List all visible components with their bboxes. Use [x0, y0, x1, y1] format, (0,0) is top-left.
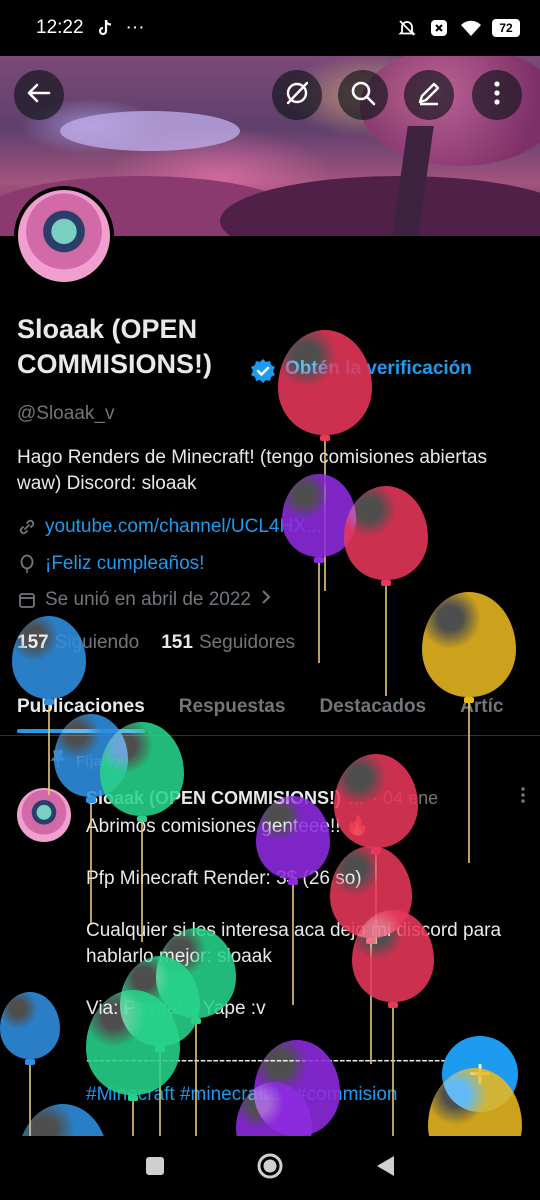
joined-date: Se unió en abril de 2022 [45, 589, 251, 610]
following-count: 157 [17, 632, 49, 653]
profile-link-row: youtube.com/channel/UCL4HX... [17, 516, 322, 538]
tab-publicaciones[interactable]: Publicaciones [17, 688, 145, 735]
post-line: Cualquier si les interesa aca dejo mi di… [86, 920, 502, 967]
clock: 12:22 [36, 17, 84, 38]
system-navigation-bar [0, 1136, 540, 1200]
compose-button[interactable] [404, 70, 454, 120]
mute-icon [396, 17, 418, 39]
followers-label: Seguidores [198, 632, 296, 653]
get-verified-link[interactable]: Obtén la verificación [285, 358, 472, 380]
battery-indicator: 72 [492, 19, 520, 37]
link-icon [17, 517, 37, 537]
post-author-name[interactable]: Sloaak (OPEN COMMISIONS!) [86, 788, 341, 809]
more-notifications-icon: ··· [125, 17, 145, 38]
tab-respuestas[interactable]: Respuestas [179, 688, 286, 735]
post-line: Pfp Minecraft Render: 3$ (26 so) [86, 868, 362, 889]
chevron-right-icon [259, 589, 273, 611]
pinned-indicator: Fijado [50, 750, 120, 772]
calendar-icon [17, 590, 37, 610]
arrow-left-icon [25, 79, 53, 112]
profile-tabs: Publicaciones Respuestas Destacados Artí… [0, 688, 540, 736]
back-nav-icon[interactable] [374, 1154, 396, 1183]
balloon-icon [17, 554, 37, 574]
banner-lake [60, 111, 240, 151]
status-bar: 12:22 ··· 72 [0, 0, 540, 56]
verified-badge-icon[interactable] [250, 358, 276, 384]
tiktok-icon [94, 17, 116, 39]
pinned-label: Fijado [76, 752, 121, 770]
joined-row[interactable]: Se unió en abril de 2022 [17, 589, 273, 611]
wifi-icon [460, 17, 482, 39]
pencil-icon [415, 79, 443, 112]
compose-fab-button[interactable]: + [442, 1036, 518, 1112]
home-icon[interactable] [256, 1152, 284, 1185]
follow-stats: 157 Siguiendo 151 Seguidores [17, 632, 295, 654]
profile-avatar[interactable] [14, 186, 114, 286]
recents-icon[interactable] [144, 1155, 166, 1182]
no-sim-icon [428, 17, 450, 39]
profile-bio: Hago Renders de Minecraft! (tengo comisi… [17, 447, 487, 494]
tab-destacados[interactable]: Destacados [319, 688, 426, 735]
search-icon [349, 79, 377, 112]
grok-button[interactable] [272, 70, 322, 120]
profile-handle: @Sloaak_v [17, 403, 115, 424]
tab-articulos[interactable]: Artíc [460, 688, 503, 735]
post-line: Via: Paypal o Yape :v [86, 998, 266, 1019]
post-name-ellipsis: ... [349, 787, 365, 808]
followers-link[interactable]: 151 Seguidores [161, 632, 295, 654]
more-vertical-icon [492, 80, 502, 111]
post-avatar[interactable] [17, 788, 71, 842]
pin-icon [50, 750, 66, 772]
post-line: Abrimos comisiones genteee!! 🔥 [86, 816, 370, 837]
more-options-button[interactable] [472, 70, 522, 120]
post-date[interactable]: · 04 ene [372, 788, 438, 809]
profile-website-link[interactable]: youtube.com/channel/UCL4HX... [45, 516, 322, 538]
grok-icon [283, 79, 311, 112]
post-header: Sloaak (OPEN COMMISIONS!) ... · 04 ene [86, 786, 526, 810]
birthday-row: ¡Feliz cumpleaños! [17, 553, 204, 575]
followers-count: 151 [161, 632, 193, 653]
birthday-text[interactable]: ¡Feliz cumpleaños! [45, 553, 204, 575]
following-label: Siguiendo [54, 632, 140, 653]
balloon-decoration [344, 486, 428, 696]
post-more-icon[interactable] [520, 786, 526, 810]
balloon-decoration [0, 992, 60, 1136]
following-link[interactable]: 157 Siguiendo [17, 632, 139, 654]
search-button[interactable] [338, 70, 388, 120]
banner-hill [220, 176, 540, 236]
back-button[interactable] [14, 70, 64, 120]
